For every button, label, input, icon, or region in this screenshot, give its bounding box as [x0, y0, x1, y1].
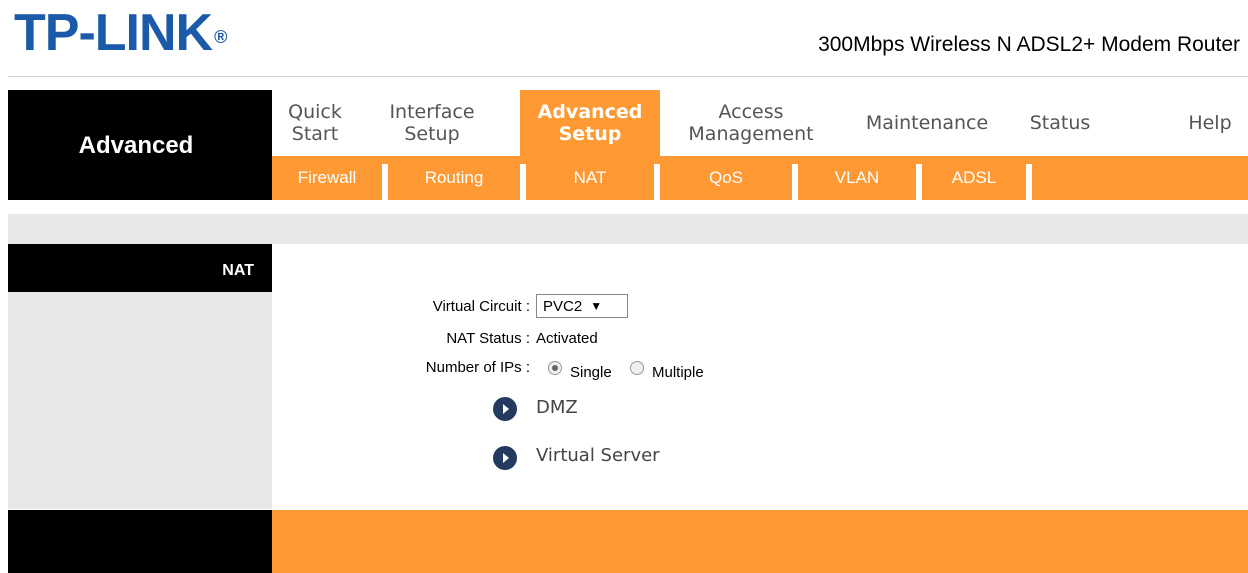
dmz-link[interactable]: DMZ: [536, 397, 578, 418]
menu-quick-start[interactable]: Quick Start: [272, 90, 358, 156]
left-panel: [8, 292, 272, 509]
menu-access-management[interactable]: Access Management: [672, 90, 830, 156]
virtual-server-arrow-icon[interactable]: [493, 446, 517, 470]
single-label: Single: [570, 364, 612, 381]
submenu-separator: [1026, 164, 1032, 200]
registered-mark: ®: [214, 27, 227, 47]
multiple-label: Multiple: [652, 364, 704, 381]
menu-maintenance[interactable]: Maintenance: [852, 90, 1002, 156]
nat-status-value: Activated: [536, 330, 598, 347]
number-of-ips-label: Number of IPs :: [425, 359, 530, 376]
brand-name: TP-LINK: [14, 4, 213, 62]
section-title: Advanced: [78, 132, 194, 159]
single-radio[interactable]: [548, 361, 562, 375]
menu-interface-setup[interactable]: Interface Setup: [372, 90, 492, 156]
model-name: 300Mbps Wireless N ADSL2+ Modem Router: [818, 33, 1240, 56]
menu-help[interactable]: Help: [1172, 90, 1248, 156]
virtual-circuit-label: Virtual Circuit :: [432, 298, 530, 315]
submenu-vlan[interactable]: VLAN: [798, 156, 916, 200]
submenu-adsl[interactable]: ADSL: [922, 156, 1026, 200]
sub-menu: Firewall Routing NAT QoS VLAN ADSL: [272, 156, 1248, 200]
virtual-circuit-value: PVC2: [543, 297, 583, 315]
submenu-nat[interactable]: NAT: [526, 156, 654, 200]
header-divider: [8, 76, 1248, 77]
content-separator-band: [8, 214, 1248, 244]
left-section-label: NAT: [222, 262, 254, 279]
footer-left: [8, 510, 272, 573]
submenu-routing[interactable]: Routing: [388, 156, 520, 200]
submenu-qos[interactable]: QoS: [660, 156, 792, 200]
menu-status[interactable]: Status: [1018, 90, 1102, 156]
multiple-radio[interactable]: [630, 361, 644, 375]
main-menu: Quick Start Interface Setup Advanced Setup …: [272, 90, 1248, 156]
virtual-server-link[interactable]: Virtual Server: [536, 445, 660, 466]
tp-link-logo: TP-LINK ®: [14, 4, 227, 62]
dropdown-arrow-icon: ▼: [590, 299, 603, 313]
virtual-circuit-select[interactable]: PVC2 ▼: [536, 294, 628, 318]
submenu-firewall[interactable]: Firewall: [272, 156, 382, 200]
nat-status-label: NAT Status :: [446, 330, 530, 347]
footer-bar: [272, 510, 1248, 573]
menu-advanced-setup[interactable]: Advanced Setup: [520, 90, 660, 156]
dmz-arrow-icon[interactable]: [493, 397, 517, 421]
